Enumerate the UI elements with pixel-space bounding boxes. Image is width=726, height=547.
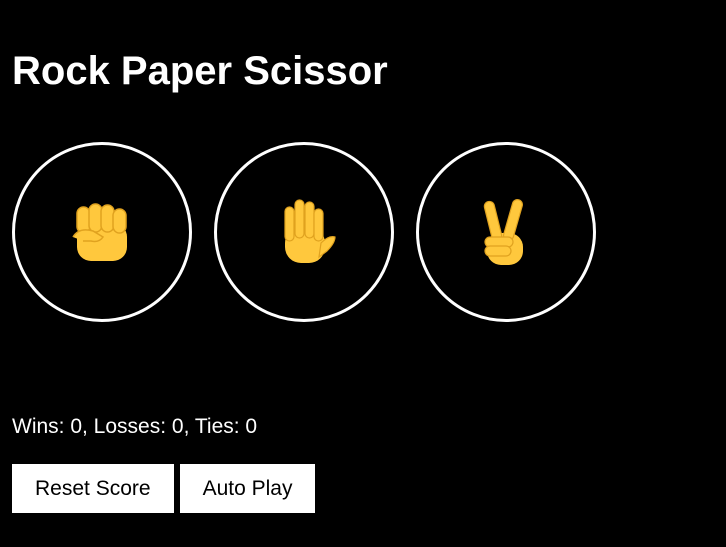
page-title: Rock Paper Scissor: [12, 49, 388, 93]
victory-hand-icon: [483, 199, 524, 265]
auto-play-button[interactable]: Auto Play: [179, 464, 316, 513]
control-buttons: Reset Score Auto Play: [12, 464, 316, 513]
score-display: Wins: 0, Losses: 0, Ties: 0: [12, 415, 258, 438]
move-buttons: [12, 142, 596, 322]
scissors-button[interactable]: [416, 142, 596, 322]
reset-score-button[interactable]: Reset Score: [12, 464, 174, 513]
paper-button[interactable]: [214, 142, 394, 322]
rock-button[interactable]: [12, 142, 192, 322]
raised-hand-icon: [284, 199, 336, 263]
raised-fist-icon: [72, 203, 127, 261]
